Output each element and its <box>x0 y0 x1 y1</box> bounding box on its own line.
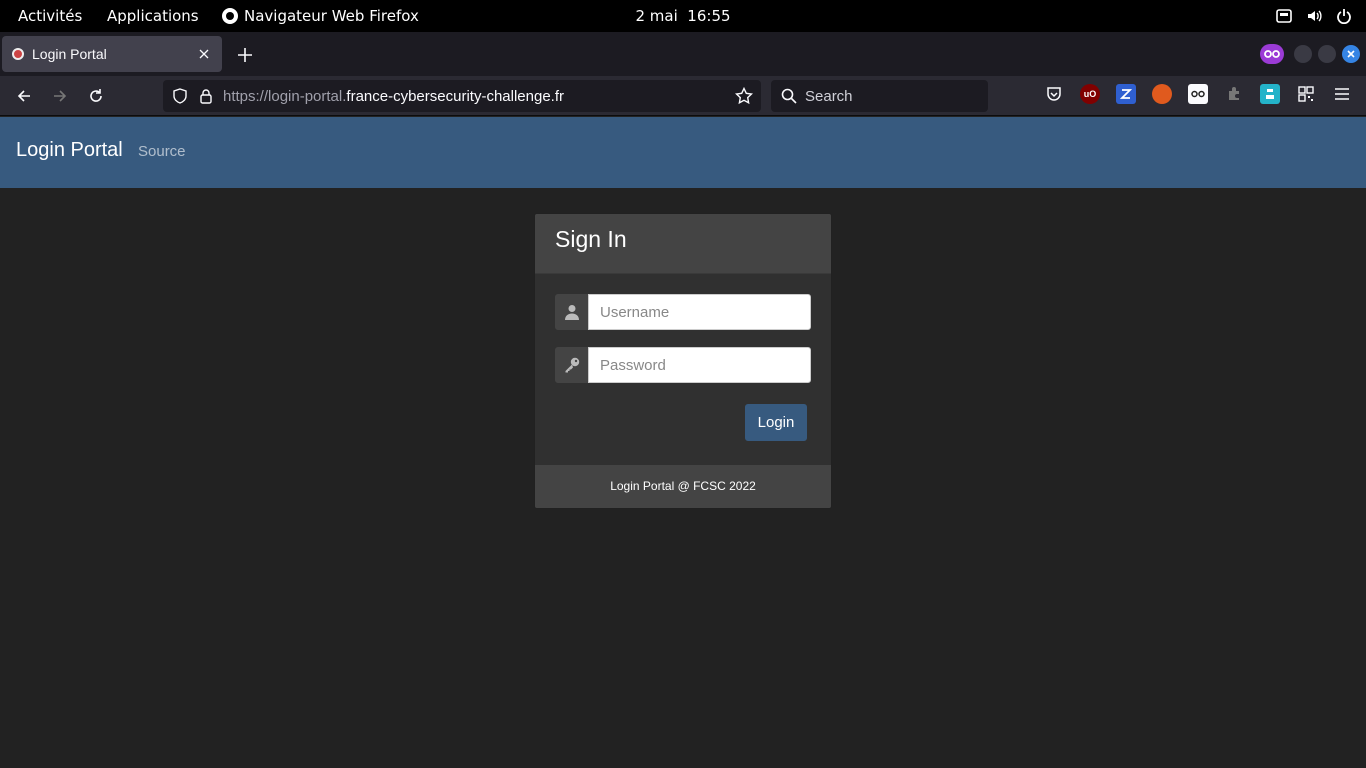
card-footer: Login Portal @ FCSC 2022 <box>535 465 831 508</box>
system-tray[interactable] <box>1276 0 1352 32</box>
clock-date: 2 mai <box>635 7 678 25</box>
maximize-button[interactable] <box>1318 45 1336 63</box>
key-icon <box>555 347 588 383</box>
user-icon <box>555 294 588 330</box>
forward-button[interactable] <box>48 84 72 108</box>
glasses-extension-icon[interactable] <box>1188 84 1208 104</box>
reload-button[interactable] <box>84 84 108 108</box>
search-bar[interactable]: Search <box>771 80 988 112</box>
tab-login-portal[interactable]: Login Portal <box>2 36 222 72</box>
minimize-button[interactable] <box>1294 45 1312 63</box>
back-button[interactable] <box>12 84 36 108</box>
password-input[interactable] <box>588 347 811 383</box>
card-title: Sign In <box>555 226 627 252</box>
tab-favicon-icon <box>12 48 24 60</box>
qr-code-icon[interactable] <box>1296 84 1316 104</box>
hamburger-menu-icon[interactable] <box>1332 84 1352 104</box>
lock-icon[interactable] <box>197 87 215 105</box>
wappalyzer-icon[interactable] <box>1152 84 1172 104</box>
clock-time: 16:55 <box>687 7 731 25</box>
password-group <box>555 347 811 383</box>
navbar-brand[interactable]: Login Portal <box>16 139 123 162</box>
window-controls <box>1260 44 1360 64</box>
signin-card: Sign In Login Login Portal @ FCSC 2022 <box>534 213 832 509</box>
app-name: Navigateur Web Firefox <box>244 7 419 25</box>
username-group <box>555 294 811 330</box>
extensions-puzzle-icon[interactable] <box>1224 84 1244 104</box>
close-tab-icon[interactable] <box>196 46 212 62</box>
card-header: Sign In <box>535 214 831 274</box>
nav-toolbar: https://login-portal. france-cybersecurit… <box>0 76 1366 116</box>
ublock-origin-icon[interactable]: uO <box>1080 84 1100 104</box>
pocket-icon[interactable] <box>1044 84 1064 104</box>
keyboard-icon[interactable] <box>1276 8 1292 24</box>
private-browsing-icon <box>1260 44 1284 64</box>
power-icon[interactable] <box>1336 8 1352 24</box>
url-prefix: https://login-portal. <box>223 87 347 105</box>
search-placeholder: Search <box>805 87 853 105</box>
app-menu[interactable]: Navigateur Web Firefox <box>222 0 419 32</box>
search-icon <box>781 88 797 104</box>
username-input[interactable] <box>588 294 811 330</box>
tab-title: Login Portal <box>32 46 107 62</box>
url-bar[interactable]: https://login-portal. france-cybersecurit… <box>163 80 761 112</box>
login-button[interactable]: Login <box>745 404 807 441</box>
zotero-icon[interactable] <box>1116 84 1136 104</box>
applications-menu[interactable]: Applications <box>107 0 199 32</box>
gnome-top-bar: 2 mai 16:55 Activités Applications Navig… <box>0 0 1366 32</box>
save-extension-icon[interactable] <box>1260 84 1280 104</box>
tracking-protection-icon[interactable] <box>171 87 189 105</box>
firefox-icon <box>222 8 238 24</box>
bookmark-star-icon[interactable] <box>734 86 754 109</box>
nav-link-source[interactable]: Source <box>138 143 186 160</box>
close-window-button[interactable] <box>1342 45 1360 63</box>
site-navbar: Login Portal Source <box>0 117 1366 188</box>
url-domain: france-cybersecurity-challenge.fr <box>346 87 564 105</box>
tab-bar: Login Portal <box>0 32 1366 76</box>
clock[interactable]: 2 mai 16:55 <box>0 0 1366 32</box>
activities-button[interactable]: Activités <box>18 0 82 32</box>
extensions-toolbar: uO <box>1044 84 1352 104</box>
new-tab-button[interactable] <box>234 44 256 66</box>
volume-icon[interactable] <box>1306 8 1322 24</box>
